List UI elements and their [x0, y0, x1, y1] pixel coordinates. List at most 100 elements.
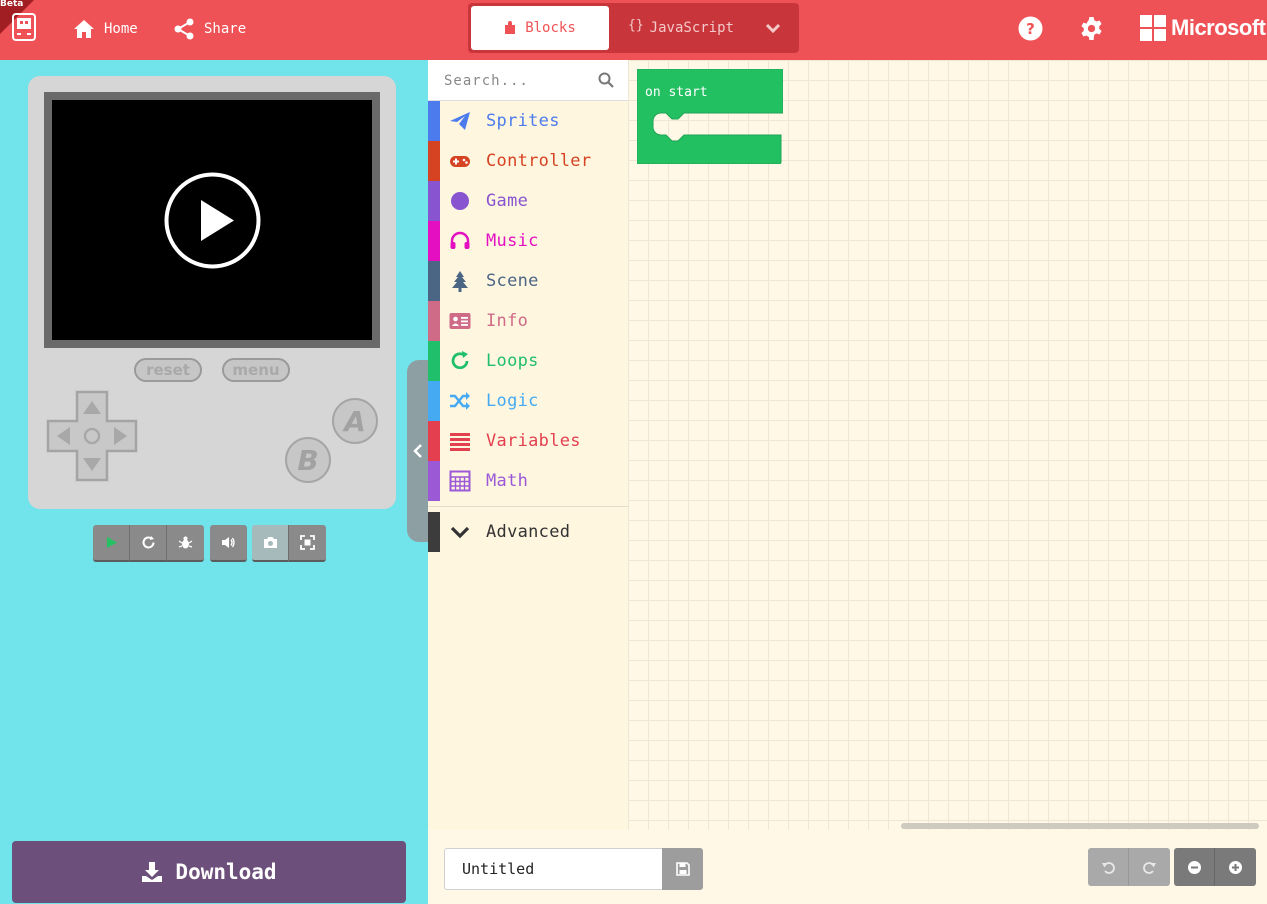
braces-icon: {}: [628, 17, 644, 33]
play-icon: [106, 537, 117, 548]
dpad-icon[interactable]: [46, 390, 138, 482]
category-loops[interactable]: Loops: [428, 341, 628, 381]
floppy-icon: [675, 862, 690, 876]
category-label: Game: [486, 191, 529, 211]
sim-screenshot-button[interactable]: [252, 525, 289, 562]
toolbox: Sprites Controller Game Music Scene: [428, 60, 628, 830]
gear-icon[interactable]: [1079, 16, 1104, 41]
editor-dropdown-button[interactable]: [752, 6, 794, 50]
home-icon: [74, 20, 94, 38]
category-math[interactable]: Math: [428, 461, 628, 501]
blocks-workspace[interactable]: on start: [628, 60, 1267, 830]
category-music[interactable]: Music: [428, 221, 628, 261]
share-icon: [174, 18, 194, 40]
zoom-out-icon: [1187, 860, 1201, 874]
id-card-icon: [449, 313, 471, 329]
home-button[interactable]: Home: [72, 14, 138, 44]
zoom-in-button[interactable]: [1215, 848, 1256, 886]
shuffle-icon: [450, 392, 470, 410]
puzzle-icon: [505, 21, 516, 34]
arcade-logo-icon[interactable]: [12, 13, 36, 41]
home-label: Home: [104, 21, 138, 37]
tab-blocks-label: Blocks: [525, 20, 576, 36]
redo-icon: [1143, 861, 1156, 874]
collapse-simulator-button[interactable]: [407, 360, 428, 542]
sim-play-button[interactable]: [93, 525, 130, 562]
category-label: Music: [486, 231, 539, 251]
toolbox-search: [428, 60, 628, 101]
category-logic[interactable]: Logic: [428, 381, 628, 421]
category-advanced[interactable]: Advanced: [428, 512, 628, 552]
fullscreen-icon: [300, 535, 315, 550]
toolbox-divider: [428, 506, 628, 507]
sim-debug-button[interactable]: [167, 525, 204, 562]
gamepad-icon: [450, 156, 470, 167]
category-label: Info: [486, 311, 529, 331]
menu-button[interactable]: menu: [222, 358, 290, 382]
paper-plane-icon: [450, 112, 470, 130]
search-icon[interactable]: [598, 72, 614, 88]
sim-toolbar-group-2: [210, 525, 247, 562]
b-button[interactable]: B: [285, 437, 331, 483]
sim-sound-button[interactable]: [210, 525, 247, 562]
tree-icon: [452, 271, 468, 292]
tab-blocks[interactable]: Blocks: [471, 6, 609, 50]
on-start-block[interactable]: [637, 69, 783, 164]
undo-button[interactable]: [1088, 848, 1129, 886]
project-name-input[interactable]: [444, 848, 662, 890]
category-label: Loops: [486, 351, 539, 371]
play-icon[interactable]: [164, 172, 261, 269]
screenshot-icon: [263, 537, 277, 548]
restart-icon: [142, 536, 154, 549]
category-label: Scene: [486, 271, 539, 291]
tab-javascript-label: JavaScript: [649, 20, 734, 36]
download-button[interactable]: Download: [12, 841, 406, 903]
sim-fullscreen-button[interactable]: [289, 525, 326, 562]
help-icon[interactable]: ?: [1018, 16, 1043, 41]
block-label: on start: [645, 85, 708, 100]
category-variables[interactable]: Variables: [428, 421, 628, 461]
search-input[interactable]: [444, 70, 594, 92]
headphones-icon: [450, 231, 470, 249]
workspace-scrollbar[interactable]: [901, 823, 1259, 829]
refresh-icon: [451, 351, 469, 370]
calculator-icon: [449, 470, 471, 492]
save-button[interactable]: [662, 848, 703, 890]
chevron-down-icon: [450, 526, 470, 539]
a-button[interactable]: A: [332, 398, 378, 444]
svg-text:?: ?: [1026, 20, 1035, 38]
category-controller[interactable]: Controller: [428, 141, 628, 181]
share-button[interactable]: Share: [172, 14, 246, 44]
category-label: Variables: [486, 431, 581, 451]
circle-icon: [451, 192, 469, 210]
tab-javascript[interactable]: {} JavaScript: [612, 6, 750, 50]
bottom-bar: [428, 830, 1267, 904]
microsoft-squares-icon: [1140, 15, 1166, 41]
microsoft-label: Microsoft: [1171, 15, 1266, 40]
category-info[interactable]: Info: [428, 301, 628, 341]
download-label: Download: [175, 860, 277, 884]
microsoft-logo[interactable]: Microsoft: [1140, 15, 1266, 41]
category-label: Math: [486, 471, 529, 491]
redo-button[interactable]: [1129, 848, 1170, 886]
sound-icon: [222, 537, 235, 548]
chevron-left-icon: [412, 444, 422, 458]
beta-label: Beta: [0, 0, 24, 9]
category-game[interactable]: Game: [428, 181, 628, 221]
arcade-device: reset menu A B: [28, 76, 396, 509]
sim-toolbar-group-1: [93, 525, 204, 562]
category-label: Logic: [486, 391, 539, 411]
game-screen[interactable]: [52, 100, 372, 340]
reset-button[interactable]: reset: [134, 358, 202, 382]
download-icon: [142, 862, 163, 882]
undo-icon: [1101, 861, 1115, 874]
category-scene[interactable]: Scene: [428, 261, 628, 301]
category-label: Sprites: [486, 111, 560, 131]
top-bar: Beta Home Share Blocks {} JavaScript ? M…: [0, 0, 1267, 60]
sim-restart-button[interactable]: [130, 525, 167, 562]
simulator-panel: reset menu A B Download: [0, 60, 428, 904]
share-label: Share: [204, 21, 247, 37]
zoom-out-button[interactable]: [1174, 848, 1215, 886]
sim-toolbar-group-3: [252, 525, 326, 562]
category-sprites[interactable]: Sprites: [428, 101, 628, 141]
